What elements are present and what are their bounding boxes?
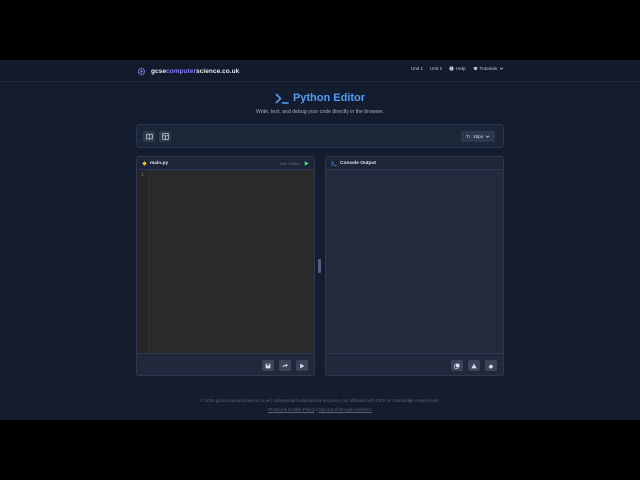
gear-icon [137, 67, 146, 75]
console-output-area [326, 170, 503, 353]
privacy-policy-link[interactable]: Privacy & Cookie Policy [268, 407, 314, 412]
book-icon [145, 133, 153, 140]
code-input-area[interactable] [149, 170, 314, 353]
analytics-optout-link[interactable]: Opt-out of Google Analytics [318, 407, 371, 412]
line-number-gutter: 1 [137, 170, 149, 353]
nav-help[interactable]: ? Help [449, 66, 466, 71]
panel-resize-handle[interactable] [318, 259, 321, 273]
footer-links: Privacy & Cookie Policy | Opt-out of Goo… [0, 407, 640, 412]
nav-unit-2[interactable]: Unit 2 [430, 66, 442, 71]
run-button[interactable] [296, 360, 308, 371]
copy-output-button[interactable] [451, 360, 463, 371]
share-button[interactable] [279, 360, 291, 371]
editor-header: main.py Ctrl + Enter [137, 157, 314, 170]
font-size-icon: T↕ [465, 134, 472, 139]
clear-console-button[interactable] [485, 360, 497, 371]
video-letterbox-top [0, 0, 640, 60]
footer-separator: | [315, 407, 318, 412]
font-size-dropdown[interactable]: T↕ 16px [461, 131, 495, 142]
code-editor-panel: main.py Ctrl + Enter 1 [136, 156, 315, 376]
page-heading: Python Editor [0, 92, 640, 104]
chevron-down-icon [485, 135, 490, 138]
console-panel: Console Output [325, 156, 504, 376]
footer-copyright: © 2026 gcsecomputerscience.co.uk | Indep… [200, 398, 440, 403]
eraser-icon [488, 363, 494, 368]
line-number: 1 [141, 173, 144, 178]
run-play-icon[interactable] [304, 161, 309, 166]
layout-icon [161, 133, 169, 140]
terminal-icon [331, 160, 337, 166]
font-size-value: 16px [473, 134, 484, 139]
console-footer [326, 353, 503, 375]
nav-unit-1[interactable]: Unit 1 [411, 66, 423, 71]
editor-footer [137, 353, 314, 375]
save-button[interactable] [262, 360, 274, 371]
app-window: gcsecomputerscience.co.uk Unit 1 Unit 2 … [0, 60, 640, 420]
help-circle-icon: ? [449, 66, 454, 71]
toolbar-book-button[interactable] [143, 131, 155, 142]
top-navbar: gcsecomputerscience.co.uk Unit 1 Unit 2 … [0, 60, 640, 82]
terminal-icon [275, 92, 289, 104]
graduation-cap-icon [472, 66, 478, 71]
page-subtitle: Write, test, and debug your code directl… [256, 109, 384, 115]
debug-button[interactable] [468, 360, 480, 371]
video-letterbox-bottom [0, 420, 640, 480]
play-icon [300, 363, 305, 368]
python-file-icon [142, 160, 147, 166]
page-title: Python Editor [292, 92, 366, 104]
copy-icon [454, 363, 460, 369]
editor-toolbar: T↕ 16px [136, 124, 504, 148]
chevron-down-icon [499, 67, 504, 70]
console-title: Console Output [340, 160, 376, 166]
editor-filename: main.py [150, 160, 169, 166]
warning-icon [471, 363, 477, 368]
share-icon [282, 363, 288, 367]
brand-name: gcsecomputerscience.co.uk [151, 67, 240, 75]
toolbar-layout-button[interactable] [159, 131, 171, 142]
run-shortcut-hint: Ctrl + Enter [279, 161, 300, 166]
nav-tutorials-dropdown[interactable]: Tutorials [472, 66, 504, 71]
console-header: Console Output [326, 157, 503, 170]
brand-logo-link[interactable]: gcsecomputerscience.co.uk [137, 65, 239, 77]
save-icon [265, 363, 271, 368]
main-nav: Unit 1 Unit 2 ? Help Tutorials [411, 66, 504, 71]
